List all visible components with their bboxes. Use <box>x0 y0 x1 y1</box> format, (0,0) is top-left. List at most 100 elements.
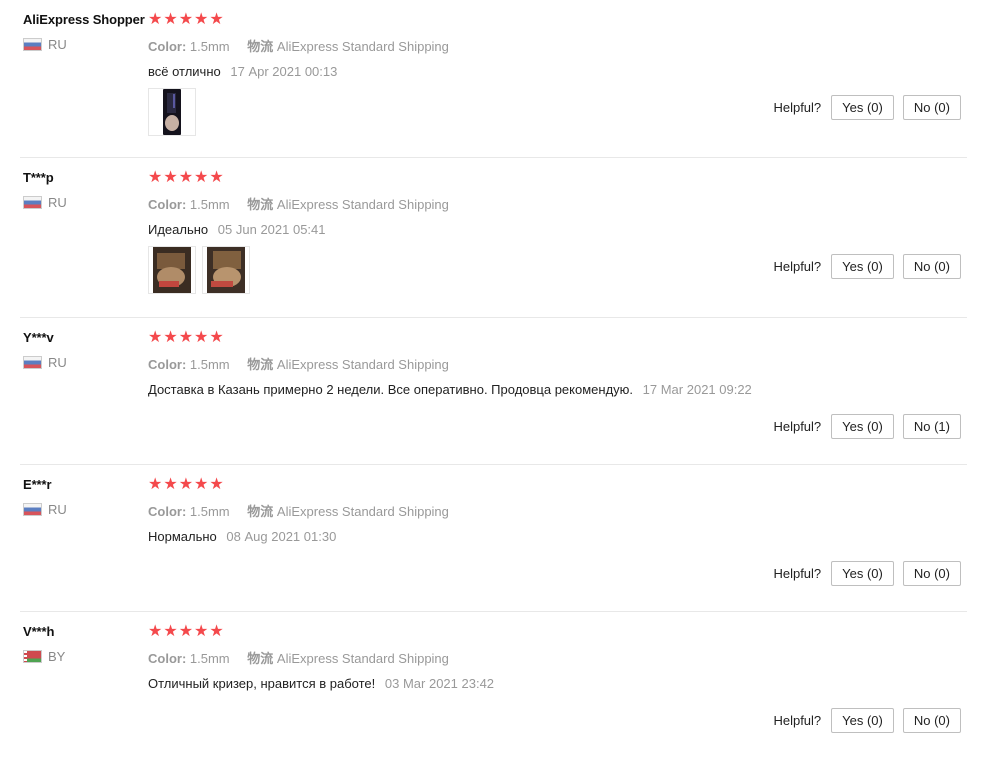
shipping-key: 物流 <box>247 39 274 54</box>
country-code: RU <box>48 502 67 517</box>
review-item: V***h BY ★ ★ ★ ★ ★ Color: 1.5mm 物流 AliEx… <box>20 612 967 758</box>
star-icon: ★ <box>194 623 209 640</box>
helpful-yes-button[interactable]: Yes (0) <box>831 95 894 120</box>
shipping-key: 物流 <box>247 651 274 666</box>
shipping-value: AliExpress Standard Shipping <box>276 39 449 54</box>
rating-stars: ★ ★ ★ ★ ★ <box>148 624 948 640</box>
star-icon: ★ <box>194 329 209 346</box>
reviewer-info: T***p RU <box>23 170 148 210</box>
review-text: всё отлично <box>148 64 221 79</box>
rating-stars: ★ ★ ★ ★ ★ <box>148 477 948 493</box>
photo-image <box>163 89 181 135</box>
reviewer-name: Y***v <box>23 330 54 345</box>
color-key: Color: <box>148 357 187 372</box>
review-photo-thumbnail[interactable] <box>202 246 250 294</box>
star-icon: ★ <box>148 623 163 640</box>
rating-stars: ★ ★ ★ ★ ★ <box>148 12 948 28</box>
flag-ru-icon <box>23 503 42 516</box>
country-code: BY <box>48 649 66 664</box>
helpful-no-button[interactable]: No (0) <box>902 254 961 279</box>
review-text-row: Идеально 05 Jun 2021 05:41 <box>148 222 948 237</box>
flag-ru-icon <box>23 38 42 51</box>
star-icon: ★ <box>148 329 163 346</box>
helpful-yes-button[interactable]: Yes (0) <box>831 708 894 733</box>
reviewer-info: AliExpress Shopper RU <box>23 12 148 52</box>
reviewer-info: Y***v RU <box>23 330 148 370</box>
star-icon: ★ <box>194 11 209 28</box>
reviewer-info: E***r RU <box>23 477 148 517</box>
review-text: Отличный кризер, нравится в работе! <box>148 676 376 691</box>
reviewer-name: E***r <box>23 477 52 492</box>
review-item: Y***v RU ★ ★ ★ ★ ★ Color: 1.5mm 物流 AliEx… <box>20 318 967 465</box>
helpful-no-button[interactable]: No (0) <box>902 561 961 586</box>
sku-info: Color: 1.5mm 物流 AliExpress Standard Ship… <box>148 648 948 667</box>
country-code: RU <box>48 355 67 370</box>
review-text: Нормально <box>148 529 217 544</box>
review-date: 17 Mar 2021 09:22 <box>642 382 752 397</box>
reviewer-name: AliExpress Shopper <box>23 12 145 27</box>
helpful-yes-button[interactable]: Yes (0) <box>831 414 894 439</box>
helpful-no-button[interactable]: No (0) <box>902 708 961 733</box>
helpful-controls: Helpful? Yes (0) No (0) <box>773 95 961 120</box>
color-key: Color: <box>148 39 187 54</box>
review-body: ★ ★ ★ ★ ★ Color: 1.5mm 物流 AliExpress Sta… <box>148 477 948 545</box>
helpful-controls: Helpful? Yes (0) No (0) <box>773 561 961 586</box>
color-value: 1.5mm <box>189 651 230 666</box>
sku-info: Color: 1.5mm 物流 AliExpress Standard Ship… <box>148 194 948 213</box>
helpful-yes-button[interactable]: Yes (0) <box>831 254 894 279</box>
photo-image <box>207 247 245 293</box>
helpful-controls: Helpful? Yes (0) No (0) <box>773 708 961 733</box>
review-item: AliExpress Shopper RU ★ ★ ★ ★ ★ Color: 1… <box>20 0 967 158</box>
helpful-no-button[interactable]: No (0) <box>902 95 961 120</box>
star-icon: ★ <box>194 169 209 186</box>
review-item: E***r RU ★ ★ ★ ★ ★ Color: 1.5mm 物流 AliEx… <box>20 465 967 612</box>
helpful-label: Helpful? <box>773 100 822 115</box>
color-key: Color: <box>148 651 187 666</box>
star-icon: ★ <box>163 329 178 346</box>
helpful-controls: Helpful? Yes (0) No (1) <box>773 414 961 439</box>
shipping-value: AliExpress Standard Shipping <box>276 651 449 666</box>
star-icon: ★ <box>209 11 224 28</box>
reviewer-info: V***h BY <box>23 624 148 664</box>
star-icon: ★ <box>148 11 163 28</box>
review-text-row: Доставка в Казань примерно 2 недели. Все… <box>148 382 948 397</box>
flag-ru-icon <box>23 196 42 209</box>
star-icon: ★ <box>178 11 194 28</box>
rating-stars: ★ ★ ★ ★ ★ <box>148 170 948 186</box>
review-body: ★ ★ ★ ★ ★ Color: 1.5mm 物流 AliExpress Sta… <box>148 330 948 398</box>
star-icon: ★ <box>209 476 224 493</box>
review-list: AliExpress Shopper RU ★ ★ ★ ★ ★ Color: 1… <box>0 0 987 758</box>
country-code: RU <box>48 37 67 52</box>
review-photo-thumbnail[interactable] <box>148 246 196 294</box>
review-photo-thumbnail[interactable] <box>148 88 196 136</box>
shipping-key: 物流 <box>247 197 274 212</box>
color-value: 1.5mm <box>189 357 230 372</box>
helpful-no-button[interactable]: No (1) <box>902 414 961 439</box>
shipping-value: AliExpress Standard Shipping <box>276 197 449 212</box>
shipping-value: AliExpress Standard Shipping <box>276 357 449 372</box>
star-icon: ★ <box>178 169 194 186</box>
shipping-key: 物流 <box>247 357 274 372</box>
star-icon: ★ <box>209 623 224 640</box>
review-item: T***p RU ★ ★ ★ ★ ★ Color: 1.5mm 物流 AliEx… <box>20 158 967 318</box>
shipping-value: AliExpress Standard Shipping <box>276 504 449 519</box>
rating-stars: ★ ★ ★ ★ ★ <box>148 330 948 346</box>
sku-info: Color: 1.5mm 物流 AliExpress Standard Ship… <box>148 354 948 373</box>
review-date: 17 Apr 2021 00:13 <box>230 64 338 79</box>
color-value: 1.5mm <box>189 197 230 212</box>
helpful-label: Helpful? <box>773 259 822 274</box>
star-icon: ★ <box>178 623 194 640</box>
flag-ru-icon <box>23 356 42 369</box>
star-icon: ★ <box>178 476 194 493</box>
color-key: Color: <box>148 504 187 519</box>
review-date: 05 Jun 2021 05:41 <box>217 222 326 237</box>
star-icon: ★ <box>209 169 224 186</box>
review-text: Идеально <box>148 222 209 237</box>
star-icon: ★ <box>163 169 178 186</box>
star-icon: ★ <box>163 476 178 493</box>
helpful-yes-button[interactable]: Yes (0) <box>831 561 894 586</box>
helpful-controls: Helpful? Yes (0) No (0) <box>773 254 961 279</box>
helpful-label: Helpful? <box>773 566 822 581</box>
star-icon: ★ <box>163 623 178 640</box>
reviewer-country: RU <box>23 355 148 370</box>
